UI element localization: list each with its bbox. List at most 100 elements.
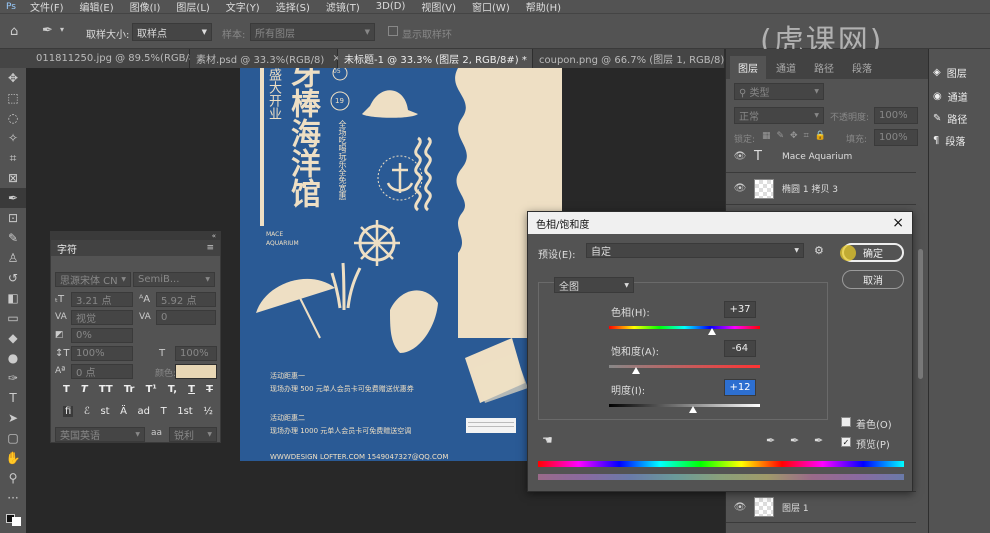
stylistic-button[interactable]: Ä (120, 406, 127, 417)
discretionary-button[interactable]: st (100, 406, 109, 417)
fraction-button[interactable]: ½ (203, 406, 213, 417)
menu-help[interactable]: 帮助(H) (518, 0, 569, 14)
healing-tool-icon[interactable]: ⊡ (0, 208, 26, 228)
sample-select[interactable]: 所有图层 ▼ (250, 23, 375, 41)
subscript-button[interactable]: T, (168, 384, 177, 395)
eyedropper-icon[interactable]: ✒ (766, 434, 775, 447)
faux-bold-button[interactable]: T (63, 384, 70, 395)
tool-preset-chevron-icon[interactable]: ▾ (60, 25, 64, 34)
cancel-button[interactable]: 取消 (842, 270, 904, 289)
menu-file[interactable]: 文件(F) (22, 0, 72, 14)
hue-value-field[interactable]: +37 (724, 301, 756, 318)
strikethrough-button[interactable]: T (206, 384, 213, 395)
menu-layer[interactable]: 图层(L) (168, 0, 217, 14)
type-tool-icon[interactable]: T (0, 388, 26, 408)
tab-paragraph[interactable]: 段落 (844, 56, 880, 79)
underline-button[interactable]: T (188, 384, 195, 395)
preview-checkbox[interactable]: ✓ (841, 437, 851, 447)
brush-tool-icon[interactable]: ✎ (0, 228, 26, 248)
opacity-field[interactable]: 100% (874, 107, 918, 124)
menu-type[interactable]: 文字(Y) (218, 0, 268, 14)
shape-tool-icon[interactable]: ▢ (0, 428, 26, 448)
tab-doc-2[interactable]: 素材.psd @ 33.3%(RGB/8) × (190, 49, 341, 68)
marquee-tool-icon[interactable]: ⬚ (0, 88, 26, 108)
stamp-tool-icon[interactable]: ♙ (0, 248, 26, 268)
poster-artwork[interactable]: 盛大开业 牙棒海洋馆 05 19 全场吃喝玩乐全免宽惠 MACE AQUARIU… (240, 68, 562, 461)
colorize-checkbox[interactable] (841, 417, 851, 427)
show-ring-checkbox[interactable] (388, 26, 398, 36)
close-icon[interactable]: × (892, 215, 904, 231)
zoom-tool-icon[interactable]: ⚲ (0, 468, 26, 488)
preset-select[interactable]: 自定 ▼ (586, 243, 804, 258)
eyedropper-minus-icon[interactable]: ✒ (814, 434, 823, 447)
tracking-field[interactable]: 0 (156, 310, 216, 325)
lasso-tool-icon[interactable]: ◌ (0, 108, 26, 128)
baseline-field[interactable]: 0 点 (71, 364, 133, 379)
hue-slider-thumb[interactable] (708, 328, 716, 335)
home-icon[interactable]: ⌂ (10, 24, 18, 39)
vertical-scale-field[interactable]: 100% (71, 346, 133, 361)
font-style-select[interactable]: SemiB... ▼ (133, 272, 215, 287)
saturation-slider-thumb[interactable] (632, 367, 640, 374)
small-caps-button[interactable]: Tr (124, 384, 135, 395)
tab-doc-4[interactable]: coupon.png @ 66.7% (图层 1, RGB/8)× (533, 49, 741, 68)
scale-percent-field[interactable]: 0% (71, 328, 133, 343)
swash-button[interactable]: ℰ (84, 406, 90, 417)
ligature-button[interactable]: fi (63, 406, 74, 417)
layer-row[interactable]: 👁 图层 1 (726, 491, 916, 523)
layers-scrollbar[interactable] (918, 249, 923, 379)
panel-btn-layers[interactable]: ◈ 图层 (933, 65, 967, 80)
menu-3d[interactable]: 3D(D) (368, 1, 414, 12)
text-color-swatch[interactable] (175, 364, 217, 379)
target-adjust-hand-icon[interactable]: ☚ (542, 433, 553, 447)
eyedropper-tool-icon[interactable]: ✒ (42, 23, 53, 38)
pen-tool-icon[interactable]: ✑ (0, 368, 26, 388)
language-select[interactable]: 英国英语 ▼ (55, 427, 145, 442)
all-caps-button[interactable]: TT (99, 384, 113, 395)
eyedropper-plus-icon[interactable]: ✒ (790, 434, 799, 447)
hand-tool-icon[interactable]: ✋ (0, 448, 26, 468)
saturation-value-field[interactable]: -64 (724, 340, 756, 357)
move-tool-icon[interactable]: ✥ (0, 68, 26, 88)
titling-button[interactable]: ad (138, 406, 150, 417)
lightness-value-field[interactable]: +12 (724, 379, 756, 396)
eye-icon[interactable]: 👁 (726, 151, 754, 162)
blend-mode-select[interactable]: 正常 ▼ (734, 107, 824, 124)
sample-size-select[interactable]: 取样点 ▼ (132, 23, 212, 41)
layer-row[interactable]: 👁 椭圆 1 拷贝 3 (726, 173, 916, 205)
panel-btn-channels[interactable]: ◉ 通道 (933, 89, 968, 104)
horizontal-scale-field[interactable]: 100% (175, 346, 217, 361)
panel-menu-icon[interactable]: ≡ (206, 243, 214, 253)
eyedropper-tool-icon[interactable]: ✒ (0, 188, 26, 208)
tab-doc-3[interactable]: 未标题-1 @ 33.3% (图层 2, RGB/8#) *× (338, 49, 543, 68)
magic-wand-tool-icon[interactable]: ✧ (0, 128, 26, 148)
gradient-tool-icon[interactable]: ▭ (0, 308, 26, 328)
gear-icon[interactable]: ⚙ (814, 244, 824, 257)
tab-doc-1[interactable]: 011811250.jpg @ 89.5%(RGB/8*)× (0, 49, 221, 68)
path-select-icon[interactable]: ➤ (0, 408, 26, 428)
history-brush-icon[interactable]: ↺ (0, 268, 26, 288)
font-size-field[interactable]: 3.21 点 (71, 292, 133, 307)
layer-row[interactable]: 👁 T Mace Aquarium (726, 141, 916, 173)
eraser-tool-icon[interactable]: ◧ (0, 288, 26, 308)
frame-tool-icon[interactable]: ⊠ (0, 168, 26, 188)
tab-paths[interactable]: 路径 (806, 56, 842, 79)
channel-select[interactable]: 全图 ▼ (554, 277, 634, 293)
tab-channels[interactable]: 通道 (768, 56, 804, 79)
kerning-field[interactable]: 视觉 (71, 310, 133, 325)
layer-filter-select[interactable]: ⚲ 类型 ▼ (734, 83, 824, 100)
eye-icon[interactable]: 👁 (726, 183, 754, 194)
ordinal-button[interactable]: 1st (177, 406, 193, 417)
crop-tool-icon[interactable]: ⌗ (0, 148, 26, 168)
panel-btn-paragraph[interactable]: ¶ 段落 (933, 133, 965, 148)
hue-slider-track[interactable] (609, 326, 760, 329)
character-tab[interactable]: 字符 (57, 241, 77, 256)
menu-window[interactable]: 窗口(W) (464, 0, 518, 14)
menu-edit[interactable]: 编辑(E) (72, 0, 122, 14)
menu-select[interactable]: 选择(S) (268, 0, 318, 14)
superscript-button[interactable]: T¹ (146, 384, 157, 395)
antialias-select[interactable]: 锐利 ▼ (169, 427, 217, 442)
dodge-tool-icon[interactable]: ● (0, 348, 26, 368)
lock-icons[interactable]: ▦✎✥⌗🔒 (762, 131, 832, 141)
panel-btn-paths[interactable]: ✎ 路径 (933, 111, 967, 126)
